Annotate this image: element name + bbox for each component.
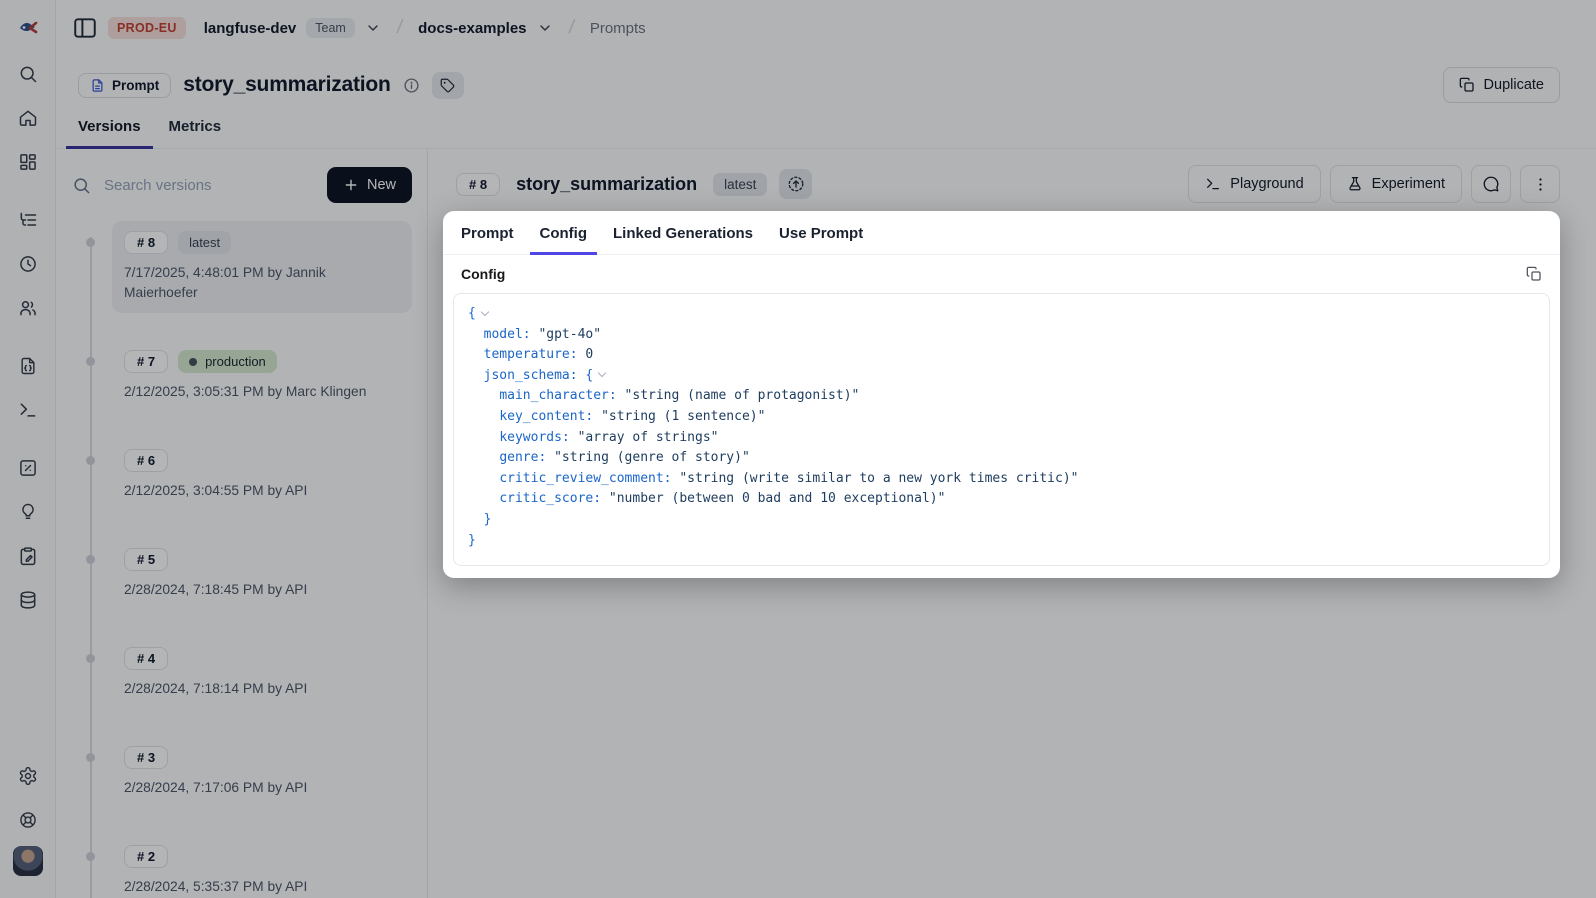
- sheet-tab-use-prompt[interactable]: Use Prompt: [769, 211, 873, 254]
- code-line: genre: "string (genre of story)": [468, 448, 1535, 469]
- config-json-code: { model: "gpt-4o" temperature: 0 json_sc…: [453, 293, 1550, 566]
- sheet-tab-linked-generations[interactable]: Linked Generations: [603, 211, 763, 254]
- version-detail-sheet: PromptConfigLinked GenerationsUse Prompt…: [443, 211, 1560, 578]
- code-line: critic_review_comment: "string (write si…: [468, 469, 1535, 490]
- code-line: }: [468, 510, 1535, 531]
- copy-config-icon[interactable]: [1526, 266, 1542, 282]
- sheet-tab-config[interactable]: Config: [530, 211, 597, 254]
- code-line: json_schema: {: [468, 366, 1535, 387]
- code-line: {: [468, 304, 1535, 325]
- code-line: }: [468, 531, 1535, 552]
- sheet-tabs: PromptConfigLinked GenerationsUse Prompt: [443, 211, 1560, 255]
- collapse-chevron-icon[interactable]: [481, 307, 489, 315]
- code-line: critic_score: "number (between 0 bad and…: [468, 489, 1535, 510]
- config-section-title: Config: [461, 266, 505, 282]
- collapse-chevron-icon[interactable]: [598, 369, 606, 377]
- code-line: main_character: "string (name of protago…: [468, 386, 1535, 407]
- code-line: model: "gpt-4o": [468, 325, 1535, 346]
- sheet-tab-prompt[interactable]: Prompt: [451, 211, 524, 254]
- code-line: temperature: 0: [468, 345, 1535, 366]
- code-line: key_content: "string (1 sentence)": [468, 407, 1535, 428]
- code-line: keywords: "array of strings": [468, 428, 1535, 449]
